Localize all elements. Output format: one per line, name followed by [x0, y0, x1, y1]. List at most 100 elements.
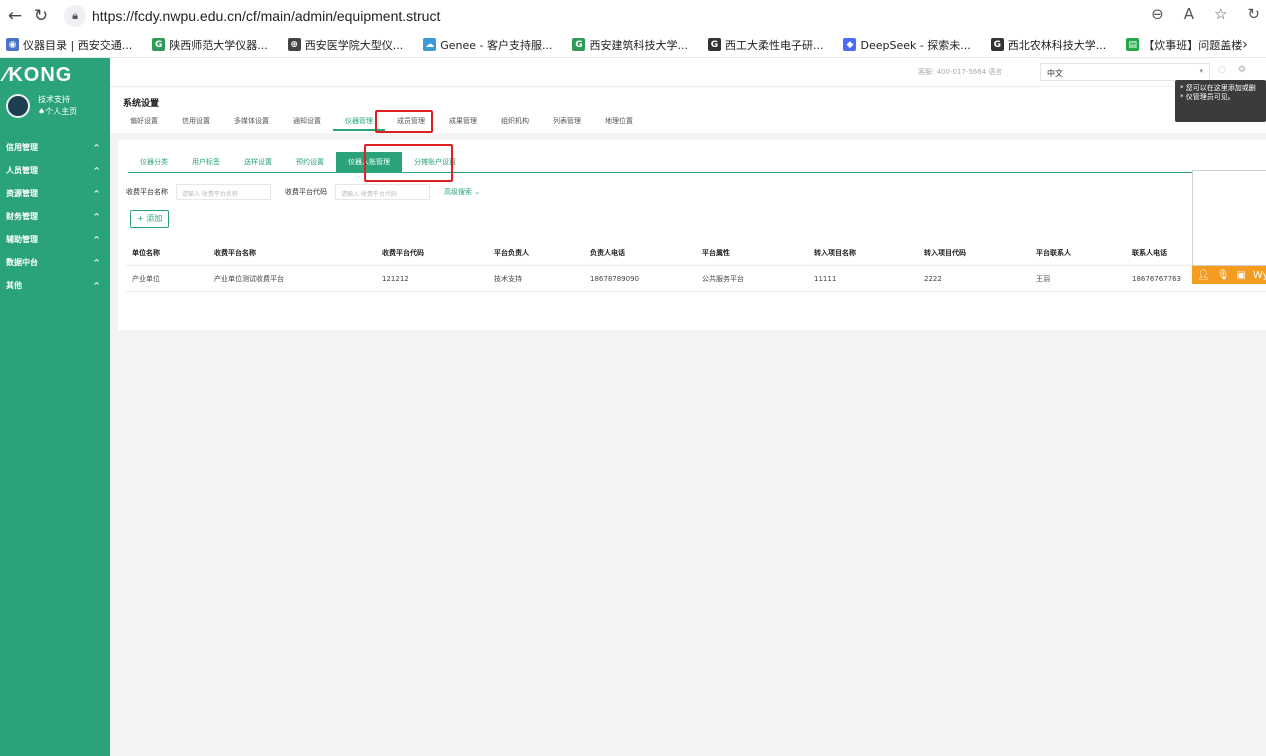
user-home-link[interactable]: ♠个人主页 — [38, 106, 77, 118]
sidebar-item-label: 信用管理 — [6, 143, 38, 152]
column-header: 负责人电话 — [590, 248, 625, 257]
settings-tab[interactable]: 成果管理 — [437, 116, 489, 131]
equipment-subtab[interactable]: 仪器分类 — [128, 152, 180, 172]
bookmark-item[interactable]: G 西安建筑科技大学... — [572, 37, 688, 53]
microphone-icon[interactable]: 🎙︎ — [1217, 270, 1230, 281]
sidebar-item[interactable]: 其他 ^ — [0, 274, 110, 297]
floating-chat-panel[interactable] — [1192, 170, 1266, 266]
table-cell: 公共服务平台 — [702, 274, 744, 283]
column-header: 平台属性 — [702, 248, 730, 257]
bookmark-favicon-icon: G — [707, 38, 721, 51]
sidebar-item[interactable]: 资源管理 ^ — [0, 182, 110, 205]
bookmark-favicon-icon: G — [572, 38, 586, 51]
bookmark-item[interactable]: ▤ 【炊事班】问题盖楼 — [1126, 37, 1242, 53]
bookmark-item[interactable]: ☁ Genee - 客户支持服... — [423, 37, 552, 53]
url-text[interactable]: https://fcdy.nwpu.edu.cn/cf/main/admin/e… — [92, 8, 440, 24]
table-cell: 2222 — [924, 274, 942, 283]
table-cell: 产业单位测试收费平台 — [214, 274, 284, 283]
bookmark-label: 西工大柔性电子研... — [724, 38, 824, 52]
person-icon[interactable]: 👤︎ — [1197, 270, 1210, 281]
highlight-entry-subtab — [364, 144, 453, 182]
zoom-icon[interactable]: ⊖ — [1151, 5, 1164, 23]
highlight-equipment-tab — [375, 110, 433, 133]
column-header: 收费平台代码 — [382, 248, 424, 257]
sidebar-item[interactable]: 数据中台 ^ — [0, 251, 110, 274]
bookmark-label: 【炊事班】问题盖楼 — [1143, 38, 1243, 52]
browser-actions: ⊖ A ☆ ↻ — [1151, 5, 1260, 23]
site-info-icon[interactable]: 🔒︎ — [64, 5, 86, 27]
equipment-subtab[interactable]: 送样设置 — [232, 152, 284, 172]
column-header: 转入项目代码 — [924, 248, 966, 257]
settings-tab[interactable]: 通知设置 — [281, 116, 333, 131]
bookmark-item[interactable]: G 陕西师范大学仪器... — [152, 37, 268, 53]
advanced-search-toggle[interactable]: 高级搜索 ⌄ — [444, 187, 480, 197]
settings-tab[interactable]: 偏好设置 — [118, 116, 170, 131]
language-select[interactable]: 中文 ▾ — [1040, 63, 1210, 81]
column-header: 平台负责人 — [494, 248, 529, 257]
sidebar-item[interactable]: 财务管理 ^ — [0, 205, 110, 228]
favorite-star-icon[interactable]: ☆ — [1214, 5, 1227, 23]
table-cell: 11111 — [814, 274, 837, 283]
chevron-down-icon: ▾ — [1199, 67, 1203, 75]
reload-icon[interactable]: ↻ — [30, 5, 52, 27]
bookmark-item[interactable]: G 西北农林科技大学... — [990, 37, 1107, 53]
column-header: 转入项目名称 — [814, 248, 856, 257]
filter-bar: 收费平台名称 请输入 收费平台名称 收费平台代码 请输入 收费平台代码 高级搜索… — [126, 184, 480, 200]
settings-tab[interactable]: 信用设置 — [170, 116, 222, 131]
refresh-extension-icon[interactable]: ↻ — [1247, 5, 1260, 23]
sidebar-item-label: 其他 — [6, 281, 22, 290]
settings-header: 系统设置 偏好设置 信用设置 多媒体设置 通知设置 仪器管理 成员管理 成果管理 组织机构 列表… — [110, 86, 1266, 133]
table-cell: 18678789090 — [590, 274, 639, 283]
sidebar-menu: 信用管理 ^ 人员管理 ^ 资源管理 ^ 财务管理 ^ 辅助管理 ^ 数据中台 ^ 其他 ^ — [0, 136, 110, 297]
bookmark-label: 西北农林科技大学... — [1007, 38, 1107, 52]
browser-address-bar: ← ↻ 🔒︎ https://fcdy.nwpu.edu.cn/cf/main/… — [0, 0, 1266, 32]
bookmarks-bar: ◉ 仪器目录 | 西安交通... G 陕西师范大学仪器... ⊕ 西安医学院大型仪... ☁… — [0, 32, 1266, 58]
bookmark-label: 西安医学院大型仪... — [304, 38, 404, 52]
help-icon[interactable]: ◌ — [1218, 65, 1226, 75]
settings-tab[interactable]: 地理位置 — [593, 116, 645, 131]
equipment-subtab[interactable]: 预约设置 — [284, 152, 336, 172]
add-button[interactable]: + 添加 — [130, 210, 170, 228]
sidebar: ⁄KONG 技术支持 ♠个人主页 信用管理 ^ 人员管理 ^ 资源管理 ^ 财务管理 ^ 辅助管… — [0, 58, 110, 756]
bookmark-favicon-icon: ▤ — [1126, 38, 1140, 51]
bookmark-label: Genee - 客户支持服... — [440, 38, 553, 52]
url-field[interactable]: 🔒︎ https://fcdy.nwpu.edu.cn/cf/main/admi… — [64, 4, 440, 28]
bookmark-item[interactable]: ⊕ 西安医学院大型仪... — [287, 37, 404, 53]
platform-name-label: 收费平台名称 — [126, 188, 168, 196]
widget-label: Wy — [1252, 269, 1266, 281]
back-arrow-icon[interactable]: ← — [4, 5, 26, 27]
table-cell: 121212 — [382, 274, 409, 283]
settings-tab[interactable]: 多媒体设置 — [222, 116, 281, 131]
app-logo: ⁄KONG — [4, 64, 73, 86]
table-row[interactable]: 产业单位 产业单位测试收费平台 121212 技术支持 18678789090 公共服务平… — [126, 266, 1266, 292]
read-aloud-icon[interactable]: A — [1184, 5, 1194, 23]
platform-name-input[interactable]: 请输入 收费平台名称 — [176, 184, 271, 200]
bookmark-item[interactable]: ◆ DeepSeek - 探索未... — [843, 37, 971, 53]
subtabs-divider — [128, 172, 1266, 173]
sidebar-item[interactable]: 信用管理 ^ — [0, 136, 110, 159]
chevron-up-icon: ^ — [93, 235, 100, 244]
sidebar-item-label: 人员管理 — [6, 166, 38, 175]
chevron-up-icon: ^ — [93, 143, 100, 152]
table-cell: 产业单位 — [132, 274, 160, 283]
user-profile[interactable]: 技术支持 ♠个人主页 — [6, 94, 77, 118]
bookmark-label: 仪器目录 | 西安交通... — [23, 38, 133, 52]
message-icon[interactable]: ▣ — [1236, 270, 1245, 281]
bookmark-item[interactable]: G 西工大柔性电子研... — [707, 37, 824, 53]
sidebar-item-label: 数据中台 — [6, 258, 38, 267]
bookmark-favicon-icon: G — [152, 38, 166, 51]
sidebar-item[interactable]: 辅助管理 ^ — [0, 228, 110, 251]
equipment-subtab[interactable]: 用户标签 — [180, 152, 232, 172]
floating-chat-bar[interactable]: 👤︎ 🎙︎ ▣ Wy — [1192, 266, 1266, 284]
avatar[interactable] — [6, 94, 30, 118]
bookmark-favicon-icon: ☁ — [423, 38, 437, 51]
sidebar-item[interactable]: 人员管理 ^ — [0, 159, 110, 182]
settings-tab[interactable]: 列表管理 — [541, 116, 593, 131]
platform-code-input[interactable]: 请输入 收费平台代码 — [335, 184, 430, 200]
tooltip: * 您可以在这里添加或删 * 仪管理员可见。 — [1175, 80, 1266, 122]
top-strip: 客服: 400-017-5664 语言 中文 ▾ ◌ ⚙ — [110, 58, 1266, 86]
bookmark-item[interactable]: ◉ 仪器目录 | 西安交通... — [6, 37, 132, 53]
gear-icon[interactable]: ⚙ — [1238, 65, 1246, 75]
settings-tab[interactable]: 组织机构 — [489, 116, 541, 131]
bookmarks-more-chevron-icon[interactable]: › — [1242, 35, 1248, 53]
